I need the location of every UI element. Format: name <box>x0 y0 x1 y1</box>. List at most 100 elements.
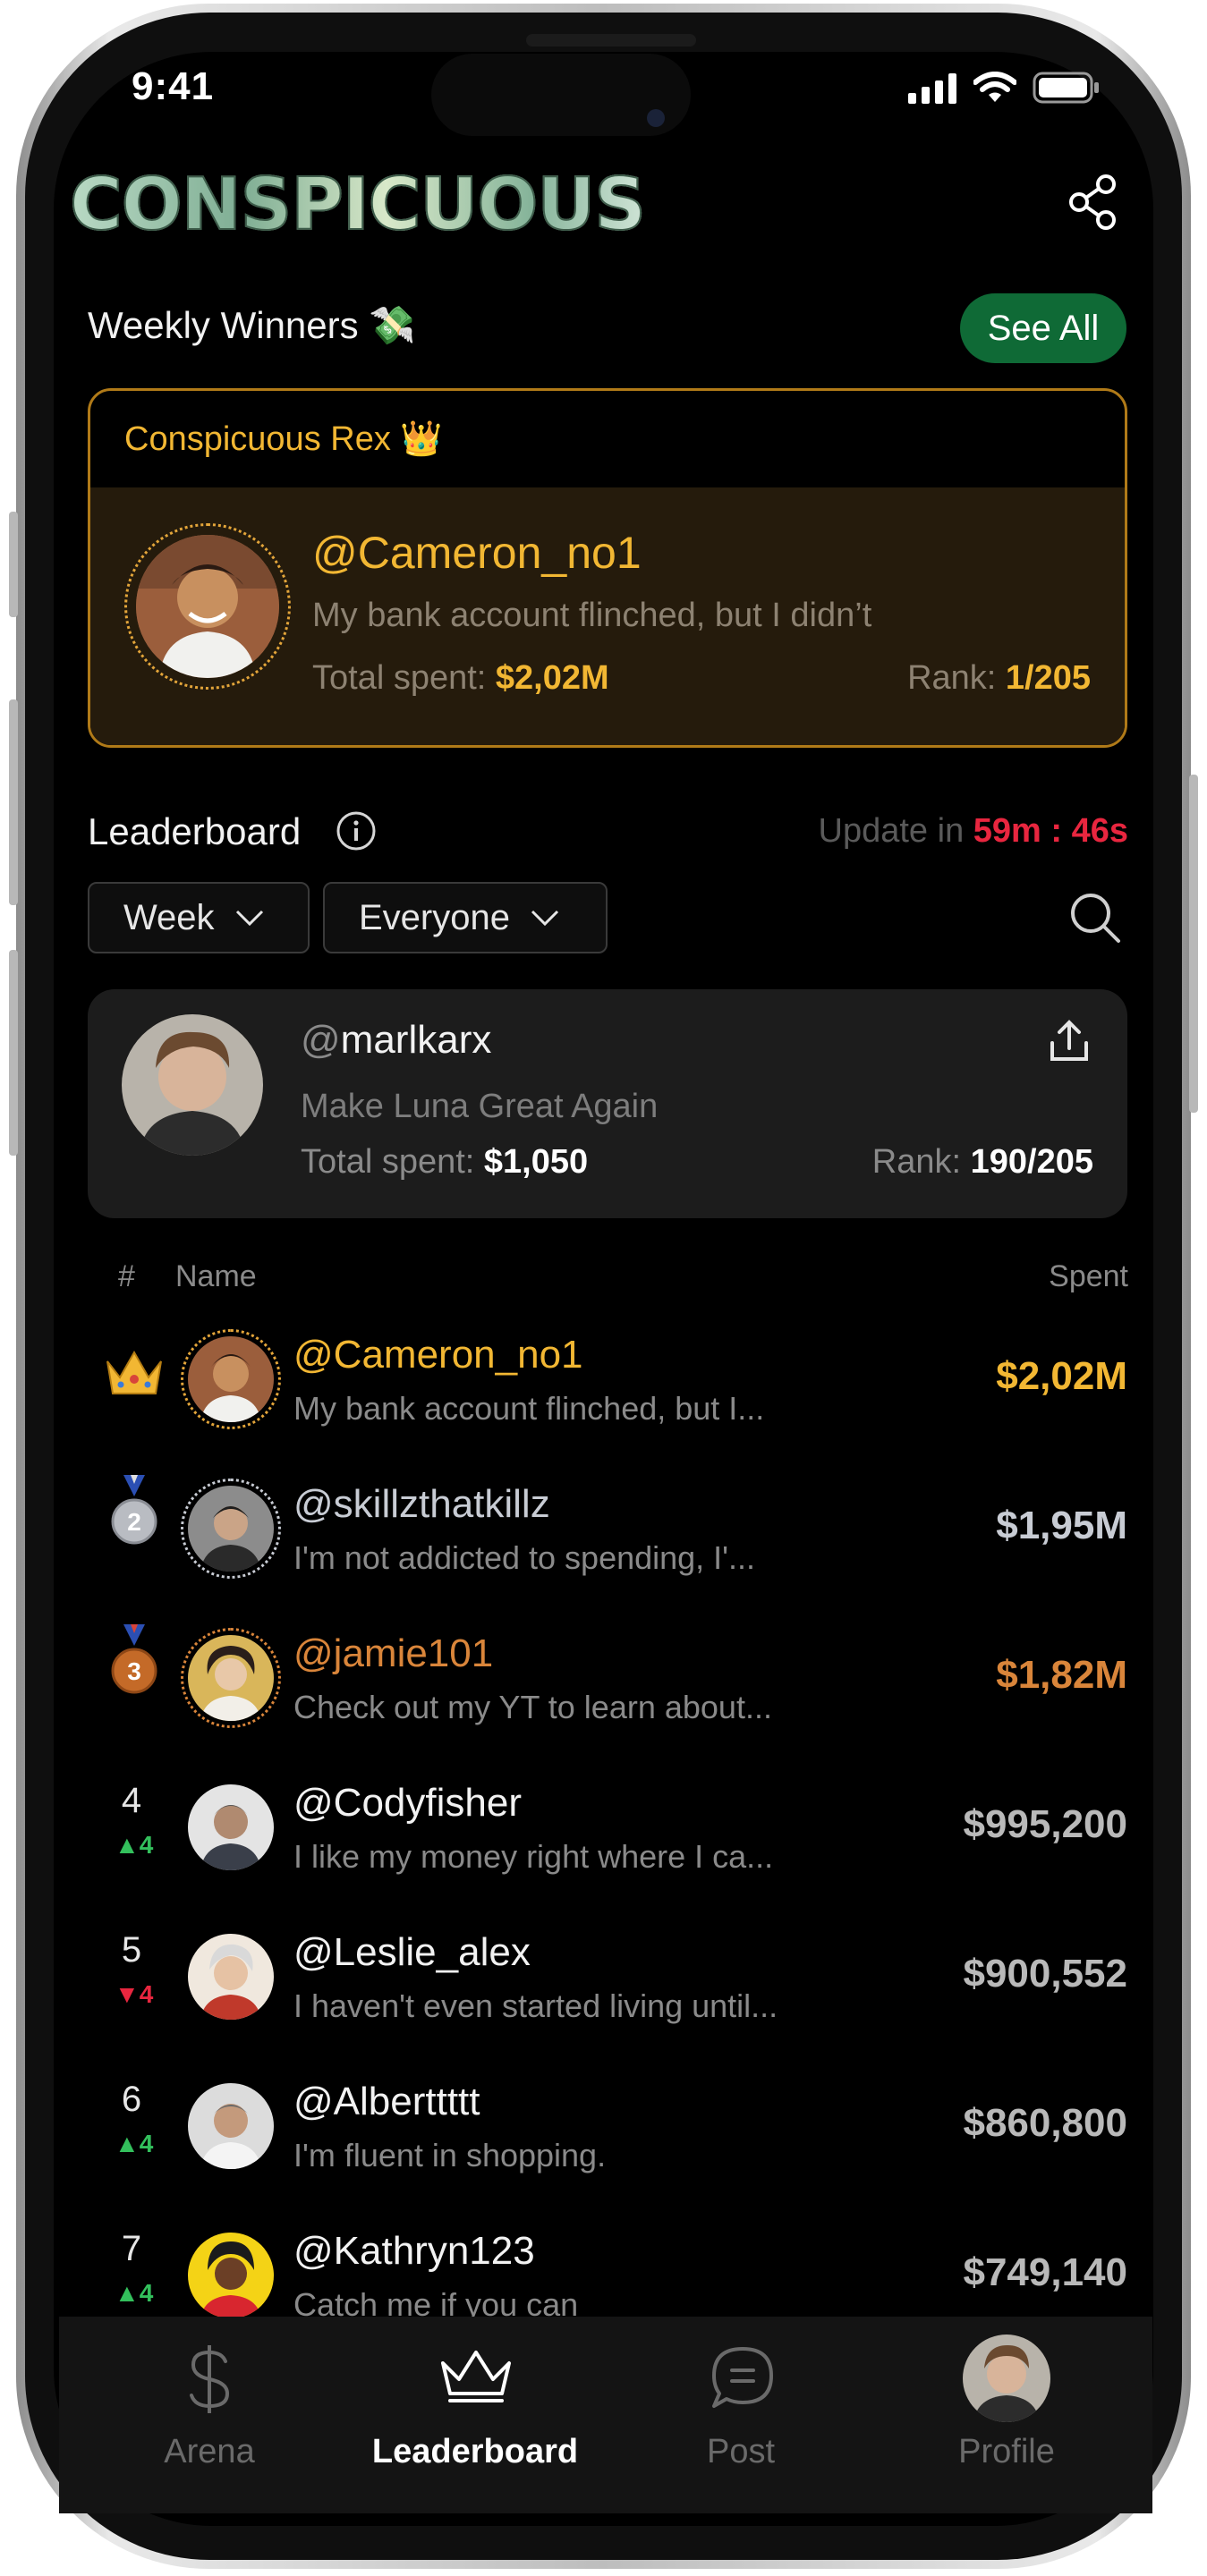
avatar-image <box>188 1784 274 1870</box>
rex-bio: My bank account flinched, but I didn’t <box>312 597 872 634</box>
tab-label: Post <box>706 2433 776 2470</box>
crown-badge-icon <box>106 1350 162 1394</box>
rank-change-value: 4 <box>139 2279 154 2307</box>
rex-total-spent: Total spent: $2,02M <box>312 659 609 698</box>
my-username: @marlkarx <box>301 1018 491 1063</box>
row-bio: I like my money right where I ca... <box>293 1838 774 1875</box>
tab-label: Arena <box>164 2433 255 2470</box>
period-value: Week <box>123 897 215 937</box>
tab-post[interactable]: Post <box>607 2317 875 2496</box>
tab-arena[interactable]: Arena <box>75 2317 344 2496</box>
avatar-image <box>188 1336 274 1422</box>
money-emoji: 💸 <box>369 304 416 346</box>
row-spent: $1,95M <box>996 1504 1127 1547</box>
rex-card-label: Conspicuous Rex 👑 <box>124 419 443 459</box>
leaderboard-row-1[interactable]: @Cameron_no1 My bank account flinched, b… <box>88 1320 1127 1470</box>
dollar-icon <box>190 2345 230 2413</box>
row-spent: $995,200 <box>963 1802 1127 1846</box>
row-username: @Codyfisher <box>293 1781 522 1825</box>
tab-leaderboard[interactable]: Leaderboard <box>341 2317 609 2496</box>
my-rank-value: 190/205 <box>970 1143 1093 1181</box>
leaderboard-row-4[interactable]: 4 ▲4 @Codyfisher I like my money right w… <box>88 1768 1127 1919</box>
leaderboard-row-2[interactable]: 2 @skillzthatkillz I'm not addicted to s… <box>88 1470 1127 1620</box>
avatar <box>188 2083 274 2169</box>
app-screen: 9:41 CONSPICUOUS Weekly Winners 💸 See Al… <box>0 0 1207 2576</box>
my-avatar <box>122 1014 263 1156</box>
bronze-medal-icon: 3 <box>111 1624 157 1694</box>
leaderboard-row-6[interactable]: 6 ▲4 @Alberttttt I'm fluent in shopping.… <box>88 2067 1127 2217</box>
rank-change-value: 4 <box>139 2130 154 2157</box>
avatar <box>188 2233 274 2318</box>
chevron-down-icon <box>531 910 559 927</box>
row-spent: $1,82M <box>996 1653 1127 1697</box>
rank-change: ▲4 <box>115 1831 153 1860</box>
crown-icon <box>441 2351 511 2402</box>
avatar <box>188 1635 274 1721</box>
avatar <box>188 1784 274 1870</box>
avatar <box>188 1934 274 2020</box>
row-spent: $900,552 <box>963 1952 1127 1996</box>
row-username: @Leslie_alex <box>293 1930 531 1974</box>
trend-down-icon: ▼ <box>115 1980 140 2008</box>
search-icon[interactable] <box>1068 891 1122 945</box>
row-rank: 6 <box>121 2080 142 2119</box>
audience-dropdown[interactable]: Everyone <box>323 882 608 953</box>
period-dropdown[interactable]: Week <box>88 882 310 953</box>
row-bio: Check out my YT to learn about... <box>293 1689 772 1725</box>
see-all-button[interactable]: See All <box>960 293 1126 363</box>
avatar-image <box>188 1486 274 1572</box>
conspicuous-rex-card[interactable]: Conspicuous Rex 👑 @Cameron_no1 My bank a… <box>88 388 1127 748</box>
leaderboard-row-3[interactable]: 3 @jamie101 Check out my YT to learn abo… <box>88 1619 1127 1769</box>
rex-username: @Cameron_no1 <box>312 528 642 578</box>
silver-medal-number: 2 <box>127 1508 141 1536</box>
trend-up-icon: ▲ <box>115 2279 140 2307</box>
row-bio: I haven't even started living until... <box>293 1987 778 2024</box>
rank-change: ▲4 <box>115 2279 153 2308</box>
my-spent-value: $1,050 <box>483 1143 589 1181</box>
rex-rank-value: 1/205 <box>1005 659 1091 697</box>
avatar-image <box>963 2334 1050 2422</box>
avatar <box>188 1336 274 1422</box>
tab-bar: Arena Leaderboard Post Profile <box>59 2317 1152 2513</box>
rex-spent-value: $2,02M <box>495 659 609 697</box>
weekly-winners-label: Weekly Winners <box>88 304 359 346</box>
row-spent: $2,02M <box>996 1354 1127 1398</box>
leaderboard-row-5[interactable]: 5 ▼4 @Leslie_alex I haven't even started… <box>88 1918 1127 2068</box>
rex-rank-label: Rank: <box>907 659 997 697</box>
app-logo: CONSPICUOUS <box>69 162 647 247</box>
row-rank: 4 <box>121 1781 142 1820</box>
audience-value: Everyone <box>359 897 510 937</box>
row-rank: 7 <box>121 2229 142 2268</box>
tab-profile[interactable]: Profile <box>872 2317 1141 2496</box>
avatar-image <box>188 1635 274 1721</box>
front-camera <box>647 109 665 127</box>
update-label: Update in <box>818 812 965 850</box>
my-username-at: @ <box>301 1018 341 1062</box>
rex-avatar-image <box>136 535 279 678</box>
rex-label-text: Conspicuous Rex <box>124 420 391 458</box>
my-username-text: marlkarx <box>340 1018 492 1062</box>
my-total-spent: Total spent: $1,050 <box>301 1143 588 1182</box>
avatar-image <box>188 1934 274 2020</box>
row-username: @skillzthatkillz <box>293 1482 550 1526</box>
my-rank-card[interactable]: @marlkarx Make Luna Great Again Total sp… <box>88 989 1127 1218</box>
my-rank: Rank: 190/205 <box>872 1143 1093 1182</box>
row-username: @Alberttttt <box>293 2080 480 2123</box>
trend-up-icon: ▲ <box>115 1831 140 1859</box>
info-icon[interactable] <box>336 810 377 852</box>
rex-spent-label: Total spent: <box>312 659 487 697</box>
avatar-image <box>188 2083 274 2169</box>
row-bio: I'm fluent in shopping. <box>293 2137 607 2174</box>
rank-change-value: 4 <box>139 1980 154 2008</box>
update-timer: Update in 59m : 46s <box>819 812 1128 851</box>
wifi-icon <box>973 72 1016 102</box>
upload-share-icon[interactable] <box>1047 1018 1092 1064</box>
trend-up-icon: ▲ <box>115 2130 140 2157</box>
share-icon[interactable] <box>1067 174 1120 231</box>
leaderboard-title: Leaderboard <box>88 810 302 852</box>
signal-icon <box>908 73 956 104</box>
rank-change: ▼4 <box>115 1980 153 2009</box>
row-spent: $860,800 <box>963 2101 1127 2145</box>
rex-avatar <box>136 535 279 678</box>
rex-rank: Rank: 1/205 <box>907 659 1091 698</box>
